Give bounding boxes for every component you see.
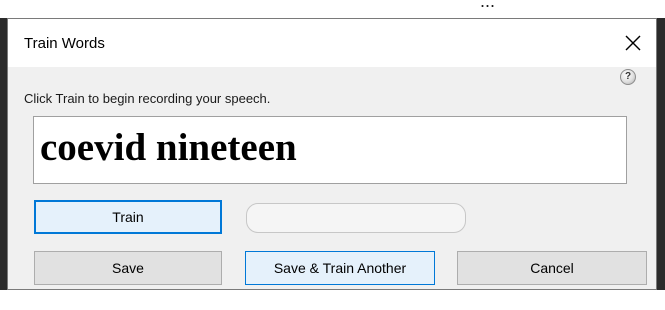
train-button[interactable]: Train (34, 200, 222, 234)
save-button[interactable]: Save (34, 251, 222, 285)
background-window-strip: ... (0, 0, 665, 18)
dialog-titlebar: Train Words (8, 19, 656, 67)
instructions-label: Click Train to begin recording your spee… (24, 91, 271, 106)
word-display-box: coevid nineteen (33, 116, 627, 184)
recording-progress-bar (246, 203, 466, 233)
training-word: coevid nineteen (40, 126, 297, 169)
cancel-button[interactable]: Cancel (457, 251, 647, 285)
train-words-dialog: Train Words ? Click Train to begin recor… (7, 18, 657, 290)
close-button[interactable] (610, 19, 656, 67)
background-area (0, 290, 665, 310)
close-icon (625, 35, 641, 51)
dialog-title: Train Words (24, 35, 105, 52)
help-icon[interactable]: ? (620, 69, 636, 85)
save-and-train-another-button[interactable]: Save & Train Another (245, 251, 435, 285)
background-window-text: ... (480, 0, 496, 11)
